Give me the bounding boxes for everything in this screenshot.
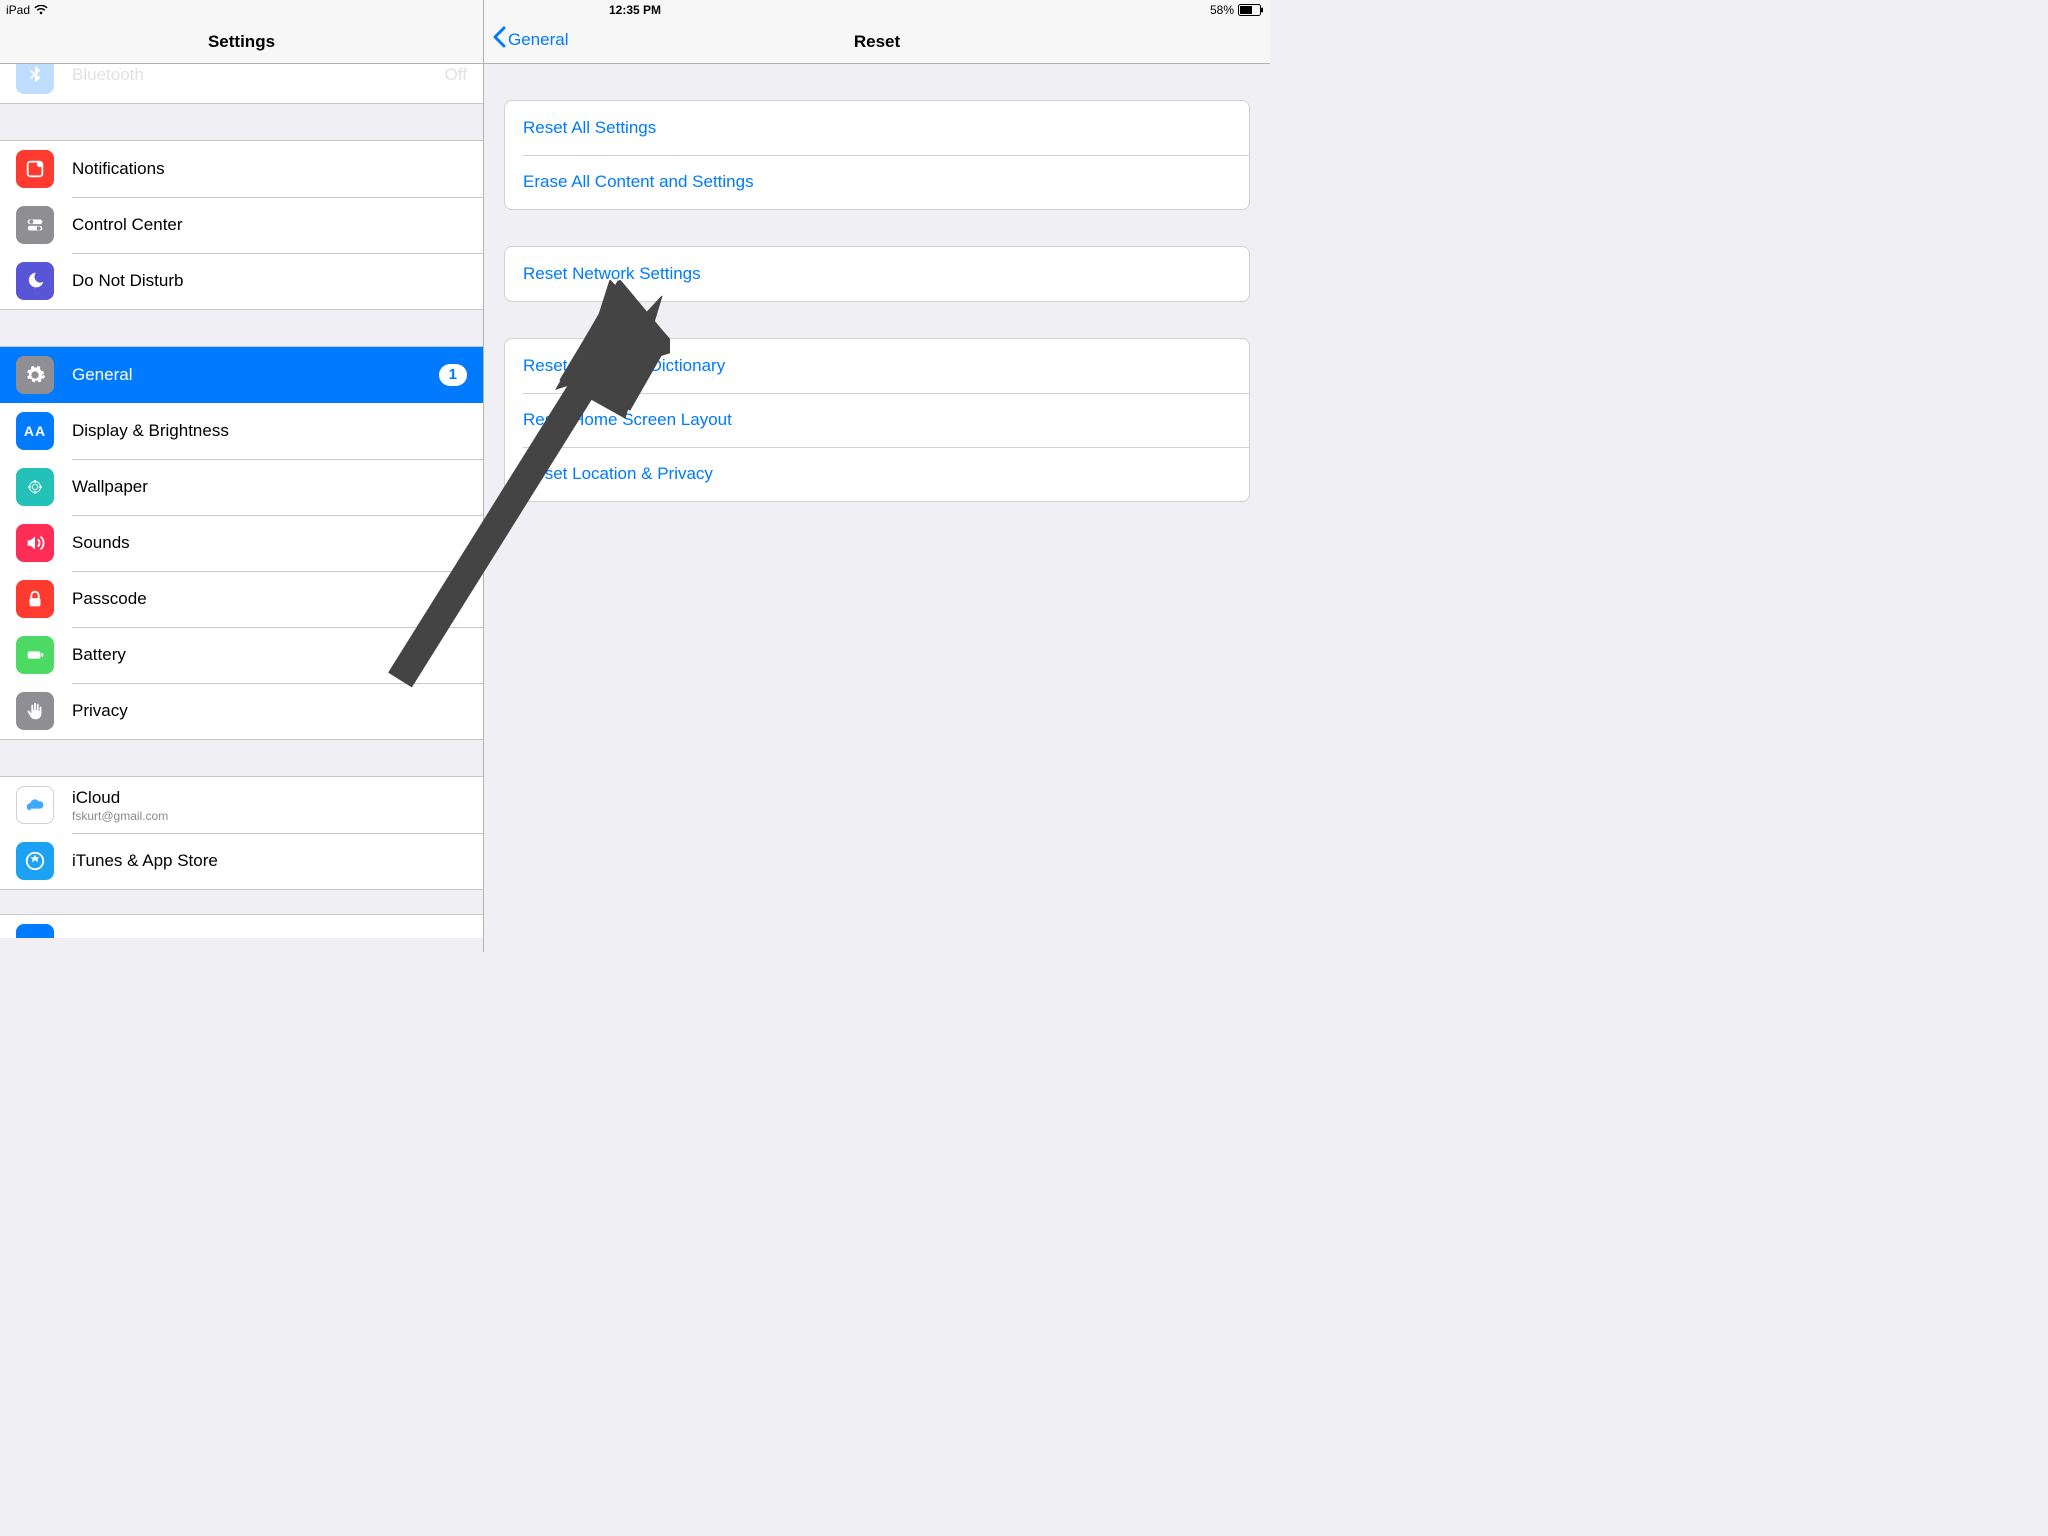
battery-icon (1238, 4, 1264, 16)
sidebar-item-wallpaper[interactable]: Wallpaper (0, 459, 483, 515)
sidebar-item-bluetooth[interactable]: Bluetooth Off (0, 64, 483, 103)
sidebar-item-label: iTunes & App Store (72, 851, 218, 871)
sidebar-item-privacy[interactable]: Privacy (0, 683, 483, 739)
text-size-icon: AA (16, 412, 54, 450)
chevron-left-icon (492, 26, 508, 53)
badge: 1 (439, 364, 467, 386)
wifi-icon (34, 5, 48, 15)
control-center-icon (16, 206, 54, 244)
reset-network-settings[interactable]: Reset Network Settings (505, 247, 1249, 301)
sidebar-item-general[interactable]: General 1 (0, 347, 483, 403)
reset-keyboard-dictionary[interactable]: Reset Keyboard Dictionary (505, 339, 1249, 393)
reset-all-settings[interactable]: Reset All Settings (505, 101, 1249, 155)
sidebar-item-value: Off (445, 65, 467, 85)
back-button[interactable]: General (492, 26, 568, 53)
sidebar-item-label: Passcode (72, 589, 147, 609)
sidebar-item-label: General (72, 365, 132, 385)
sidebar-item-label: Do Not Disturb (72, 271, 183, 291)
sidebar-item-battery[interactable]: Battery (0, 627, 483, 683)
reset-location-privacy[interactable]: Reset Location & Privacy (505, 447, 1249, 501)
sidebar-item-label: Wallpaper (72, 477, 148, 497)
device-label: iPad (6, 3, 30, 17)
sidebar-title: Settings (208, 32, 275, 52)
sidebar-item-next[interactable] (0, 915, 483, 938)
lock-icon (16, 580, 54, 618)
erase-all-content[interactable]: Erase All Content and Settings (505, 155, 1249, 209)
clock: 12:35 PM (609, 3, 661, 17)
row-label: Erase All Content and Settings (523, 172, 754, 192)
sidebar-item-label: Control Center (72, 215, 183, 235)
appstore-icon (16, 842, 54, 880)
row-label: Reset All Settings (523, 118, 656, 138)
row-label: Reset Keyboard Dictionary (523, 356, 725, 376)
sidebar-item-passcode[interactable]: Passcode (0, 571, 483, 627)
reset-home-screen-layout[interactable]: Reset Home Screen Layout (505, 393, 1249, 447)
battery-percent: 58% (1210, 3, 1234, 17)
row-label: Reset Network Settings (523, 264, 701, 284)
sidebar-item-itunes-app-store[interactable]: iTunes & App Store (0, 833, 483, 889)
sidebar-item-label: Notifications (72, 159, 165, 179)
sidebar-item-display-brightness[interactable]: AA Display & Brightness (0, 403, 483, 459)
sidebar-item-label: Display & Brightness (72, 421, 229, 441)
row-label: Reset Home Screen Layout (523, 410, 732, 430)
sidebar-item-sublabel: fskurt@gmail.com (72, 809, 168, 823)
battery-icon (16, 636, 54, 674)
speaker-icon (16, 524, 54, 562)
hand-icon (16, 692, 54, 730)
detail-pane: General Reset Reset All Settings Erase A… (484, 0, 1270, 952)
sidebar-item-icloud[interactable]: iCloud fskurt@gmail.com (0, 777, 483, 833)
sidebar-item-sounds[interactable]: Sounds (0, 515, 483, 571)
settings-sidebar: Wi-Fi superhero Bluetooth Off (0, 0, 484, 952)
generic-icon (16, 924, 54, 938)
notifications-icon (16, 150, 54, 188)
sidebar-item-label: iCloud (72, 788, 168, 808)
sidebar-item-do-not-disturb[interactable]: Do Not Disturb (0, 253, 483, 309)
back-label: General (508, 30, 568, 50)
moon-icon (16, 262, 54, 300)
sidebar-item-notifications[interactable]: Notifications (0, 141, 483, 197)
row-label: Reset Location & Privacy (523, 464, 713, 484)
bluetooth-icon (16, 64, 54, 94)
gear-icon (16, 356, 54, 394)
sidebar-item-label: Bluetooth (72, 65, 144, 85)
wallpaper-icon (16, 468, 54, 506)
cloud-icon (16, 786, 54, 824)
sidebar-item-label: Privacy (72, 701, 128, 721)
detail-title: Reset (854, 32, 900, 52)
sidebar-item-control-center[interactable]: Control Center (0, 197, 483, 253)
sidebar-item-label: Sounds (72, 533, 130, 553)
sidebar-item-label: Battery (72, 645, 126, 665)
status-bar: iPad 12:35 PM 58% (0, 0, 1270, 20)
